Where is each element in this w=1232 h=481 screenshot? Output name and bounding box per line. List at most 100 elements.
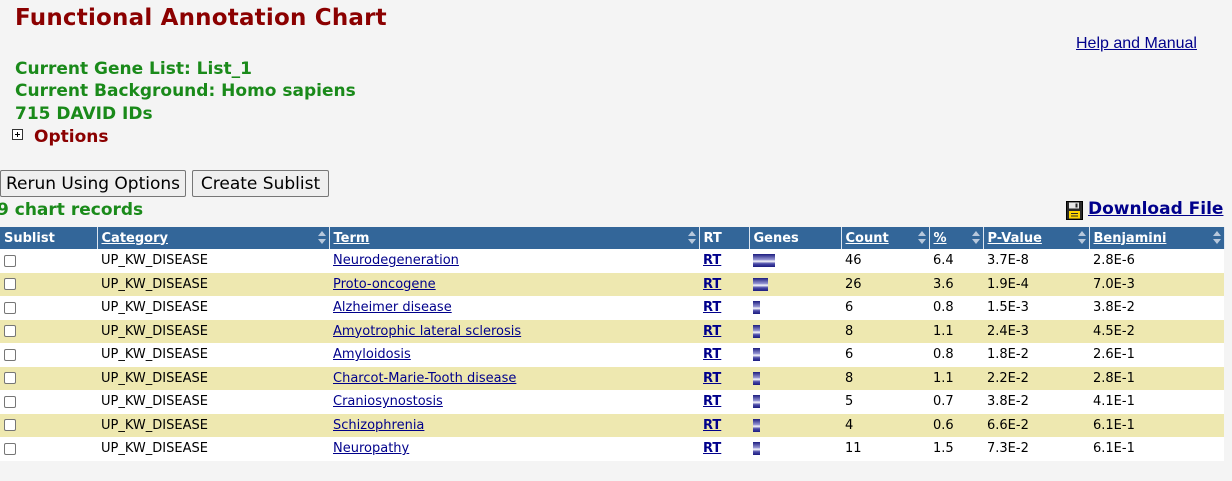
- category-cell: UP_KW_DISEASE: [97, 319, 329, 343]
- annotation-chart-table: Sublist Category Term RT Genes Count % P…: [0, 227, 1225, 461]
- create-sublist-button[interactable]: Create Sublist: [192, 170, 329, 197]
- rt-link[interactable]: RT: [703, 418, 721, 433]
- category-cell: UP_KW_DISEASE: [97, 413, 329, 437]
- sort-arrows-icon[interactable]: [917, 231, 927, 245]
- rt-link[interactable]: RT: [703, 371, 721, 386]
- sort-arrows-icon[interactable]: [971, 231, 981, 245]
- sort-arrows-icon[interactable]: [1077, 231, 1087, 245]
- category-cell: UP_KW_DISEASE: [97, 390, 329, 414]
- rt-link[interactable]: RT: [703, 253, 721, 268]
- genes-bar-icon[interactable]: [753, 442, 760, 456]
- sort-arrows-icon[interactable]: [317, 231, 327, 245]
- sort-arrows-icon[interactable]: [1212, 231, 1222, 245]
- rt-link[interactable]: RT: [703, 347, 721, 362]
- col-header-category[interactable]: Category: [97, 227, 330, 249]
- options-toggle[interactable]: Options: [34, 127, 108, 147]
- term-link[interactable]: Schizophrenia: [333, 418, 424, 433]
- current-background: Current Background: Homo sapiens: [15, 81, 356, 101]
- sublist-cell: [0, 249, 97, 273]
- genes-bar-icon[interactable]: [753, 301, 760, 315]
- sublist-checkbox[interactable]: [4, 395, 16, 408]
- category-cell: UP_KW_DISEASE: [97, 366, 329, 390]
- sublist-checkbox[interactable]: [4, 348, 16, 361]
- genes-bar-icon[interactable]: [753, 254, 775, 268]
- term-link[interactable]: Amyotrophic lateral sclerosis: [333, 324, 521, 339]
- benjamini-cell: 2.8E-6: [1089, 249, 1224, 273]
- term-link[interactable]: Craniosynostosis: [333, 394, 443, 409]
- download-file-link[interactable]: Download File: [1088, 199, 1223, 219]
- benjamini-cell: 2.8E-1: [1089, 366, 1224, 390]
- genes-bar-icon[interactable]: [753, 371, 760, 385]
- sublist-cell: [0, 413, 97, 437]
- page-title: Functional Annotation Chart: [15, 5, 387, 31]
- pvalue-cell: 3.8E-2: [983, 390, 1089, 414]
- sublist-checkbox[interactable]: [4, 278, 16, 291]
- count-cell: 6: [841, 296, 929, 320]
- term-cell: Schizophrenia: [329, 413, 699, 437]
- pvalue-cell: 7.3E-2: [983, 437, 1089, 461]
- sublist-cell: [0, 343, 97, 367]
- term-link[interactable]: Neuropathy: [333, 441, 409, 456]
- floppy-disk-icon[interactable]: [1066, 201, 1083, 220]
- rt-link[interactable]: RT: [703, 394, 721, 409]
- genes-bar-icon[interactable]: [753, 324, 760, 338]
- col-header-sublist: Sublist: [0, 227, 98, 249]
- sublist-checkbox[interactable]: [4, 372, 16, 385]
- benjamini-cell: 6.1E-1: [1089, 437, 1224, 461]
- genes-bar-icon[interactable]: [753, 277, 768, 291]
- term-cell: Proto-oncogene: [329, 272, 699, 296]
- genes-cell: [749, 319, 841, 343]
- term-link[interactable]: Neurodegeneration: [333, 253, 459, 268]
- genes-cell: [749, 413, 841, 437]
- category-cell: UP_KW_DISEASE: [97, 272, 329, 296]
- sort-arrows-icon[interactable]: [687, 231, 697, 245]
- genes-cell: [749, 390, 841, 414]
- sublist-checkbox[interactable]: [4, 301, 16, 314]
- term-cell: Amyotrophic lateral sclerosis: [329, 319, 699, 343]
- rt-link[interactable]: RT: [703, 277, 721, 292]
- plus-box-icon[interactable]: [12, 129, 23, 140]
- percent-cell: 1.1: [929, 319, 983, 343]
- sublist-checkbox[interactable]: [4, 254, 16, 267]
- percent-cell: 1.5: [929, 437, 983, 461]
- rt-link[interactable]: RT: [703, 324, 721, 339]
- rerun-using-options-button[interactable]: Rerun Using Options: [0, 170, 186, 197]
- help-manual-link[interactable]: Help and Manual: [1076, 35, 1197, 53]
- term-cell: Amyloidosis: [329, 343, 699, 367]
- term-link[interactable]: Proto-oncogene: [333, 277, 436, 292]
- benjamini-cell: 4.5E-2: [1089, 319, 1224, 343]
- rt-link[interactable]: RT: [703, 441, 721, 456]
- genes-bar-icon[interactable]: [753, 395, 760, 409]
- table-row: UP_KW_DISEASE Amyloidosis RT 6 0.8 1.8E-2 2.6E…: [0, 343, 1224, 367]
- rt-cell: RT: [699, 437, 749, 461]
- genes-bar-icon[interactable]: [753, 348, 760, 362]
- term-cell: Neuropathy: [329, 437, 699, 461]
- term-link[interactable]: Alzheimer disease: [333, 300, 452, 315]
- sublist-cell: [0, 366, 97, 390]
- genes-cell: [749, 366, 841, 390]
- col-header-benjamini[interactable]: Benjamini: [1089, 227, 1225, 249]
- rt-link[interactable]: RT: [703, 300, 721, 315]
- sublist-checkbox[interactable]: [4, 325, 16, 338]
- sublist-checkbox[interactable]: [4, 442, 16, 455]
- col-header-count[interactable]: Count: [841, 227, 930, 249]
- term-cell: Charcot-Marie-Tooth disease: [329, 366, 699, 390]
- genes-cell: [749, 272, 841, 296]
- sublist-checkbox[interactable]: [4, 419, 16, 432]
- term-link[interactable]: Amyloidosis: [333, 347, 411, 362]
- table-row: UP_KW_DISEASE Alzheimer disease RT 6 0.8 1.5E…: [0, 296, 1224, 320]
- genes-cell: [749, 249, 841, 273]
- term-cell: Alzheimer disease: [329, 296, 699, 320]
- term-link[interactable]: Charcot-Marie-Tooth disease: [333, 371, 516, 386]
- col-header-percent[interactable]: %: [929, 227, 984, 249]
- pvalue-cell: 3.7E-8: [983, 249, 1089, 273]
- rt-cell: RT: [699, 319, 749, 343]
- sublist-cell: [0, 319, 97, 343]
- table-row: UP_KW_DISEASE Amyotrophic lateral scleros…: [0, 319, 1224, 343]
- genes-bar-icon[interactable]: [753, 418, 760, 432]
- category-cell: UP_KW_DISEASE: [97, 437, 329, 461]
- table-row: UP_KW_DISEASE Schizophrenia RT 4 0.6 6.6E-2 6.…: [0, 413, 1224, 437]
- col-header-term[interactable]: Term: [329, 227, 700, 249]
- col-header-pvalue[interactable]: P-Value: [983, 227, 1090, 249]
- percent-cell: 0.8: [929, 296, 983, 320]
